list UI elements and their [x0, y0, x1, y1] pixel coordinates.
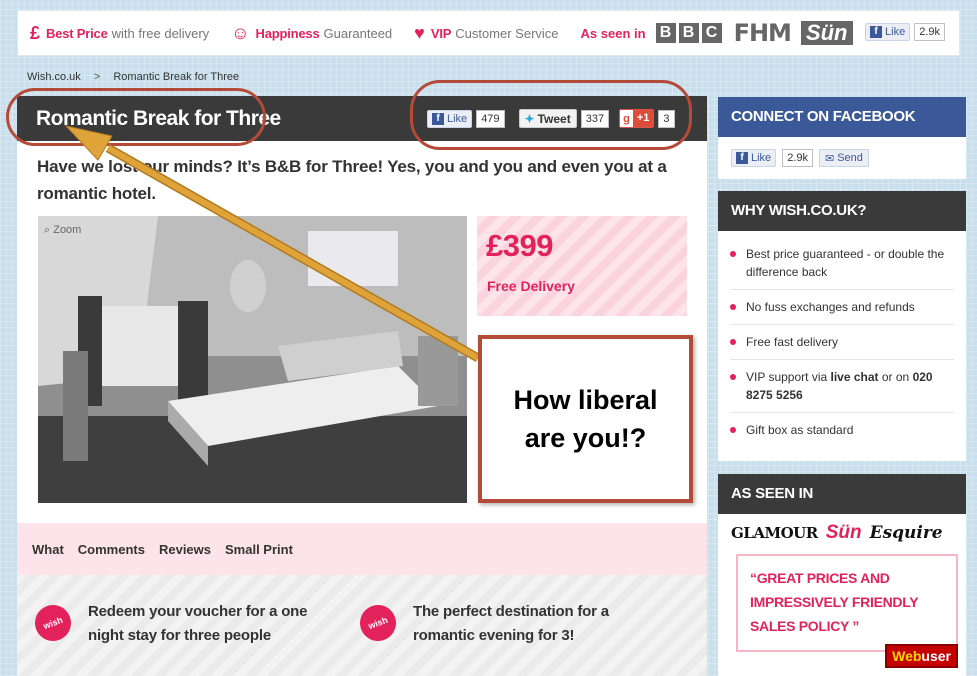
product-tabs: What Comments Reviews Small Print	[17, 523, 707, 575]
facebook-icon: f	[870, 26, 883, 38]
webuser-logo-part: user	[921, 648, 951, 664]
usp-highlight: VIP	[430, 25, 452, 41]
list-item: Best price guaranteed - or double the di…	[730, 237, 954, 290]
as-seen-in-label: As seen in	[580, 25, 646, 41]
list-item: VIP support via live chat or on 020 8275…	[730, 360, 954, 413]
pound-icon: £	[30, 23, 41, 43]
facebook-like-widget: f Like 2.9k	[865, 23, 945, 41]
usp-happiness: ☺ Happiness Guaranteed	[231, 24, 392, 42]
press-quote: “GREAT PRICES AND IMPRESSIVELY FRIENDLY …	[736, 554, 958, 652]
send-icon: ✉	[824, 152, 835, 165]
sun-logo: Sün	[800, 21, 853, 45]
product-photo[interactable]: ⌕ Zoom	[38, 216, 467, 503]
usp-vip: ♥ VIP Customer Service	[414, 24, 558, 42]
tab-what[interactable]: What	[32, 542, 64, 557]
bbc-letter: C	[701, 23, 722, 43]
list-item: Gift box as standard	[730, 413, 954, 447]
like-label: Like	[885, 26, 906, 38]
hotel-bedroom-image	[38, 216, 467, 503]
feature-text: The perfect destination for a romantic e…	[413, 603, 609, 644]
esquire-logo: Esquire	[869, 523, 943, 543]
facebook-connect-actions: f Like 2.9k ✉ Send	[718, 137, 966, 179]
webuser-logo: Webuser	[885, 644, 958, 668]
facebook-icon: f	[736, 152, 748, 164]
vip-text: or on	[878, 370, 913, 384]
facebook-connect-heading: CONNECT ON FACEBOOK	[718, 97, 966, 137]
facebook-like-button[interactable]: f Like	[865, 23, 911, 41]
list-item: No fuss exchanges and refunds	[730, 290, 954, 325]
tab-reviews[interactable]: Reviews	[159, 542, 211, 557]
delivery-label: Free Delivery	[487, 278, 575, 294]
facebook-like-button[interactable]: f Like	[731, 149, 777, 167]
sun-logo: Sün	[825, 522, 862, 543]
list-item: Free fast delivery	[730, 325, 954, 360]
breadcrumb: Wish.co.uk > Romantic Break for Three	[27, 71, 239, 83]
as-seen-in-heading: AS SEEN IN	[718, 474, 966, 514]
bbc-logo: B B C	[655, 23, 722, 43]
glamour-logo: GLAMOUR	[731, 524, 818, 542]
breadcrumb-current: Romantic Break for Three	[113, 71, 240, 83]
magnifier-icon: ⌕	[44, 224, 54, 236]
price: £399	[486, 228, 553, 263]
tab-comments[interactable]: Comments	[78, 542, 145, 557]
why-wish-list: Best price guaranteed - or double the di…	[718, 231, 966, 453]
annotation-circle-title	[6, 88, 266, 146]
wish-badge-icon: wish	[29, 599, 77, 647]
fhm-logo: FHM	[733, 19, 792, 47]
like-count: 2.9k	[782, 149, 813, 167]
facebook-send-button[interactable]: ✉ Send	[818, 149, 869, 167]
heart-icon: ♥	[414, 23, 425, 43]
usp-best-price: £ Best Price with free delivery	[30, 24, 209, 42]
breadcrumb-separator: >	[93, 71, 101, 83]
webuser-logo-part: Web	[892, 648, 922, 664]
like-count: 2.9k	[914, 23, 945, 41]
feature-text: Redeem your voucher for a one night stay…	[88, 603, 308, 644]
usp-text: Customer Service	[455, 25, 559, 41]
why-wish-box: WHY WISH.CO.UK? Best price guaranteed - …	[718, 191, 966, 461]
why-wish-heading: WHY WISH.CO.UK?	[718, 191, 966, 231]
vip-text: VIP support via	[746, 370, 831, 384]
usp-highlight: Happiness	[255, 25, 320, 41]
bbc-letter: B	[678, 23, 699, 43]
smiley-icon: ☺	[231, 23, 250, 43]
annotation-circle-social	[410, 80, 692, 150]
like-label: Like	[751, 152, 772, 164]
facebook-connect-box: CONNECT ON FACEBOOK f Like 2.9k ✉ Send	[718, 97, 966, 179]
price-box: £399 Free Delivery	[477, 216, 687, 316]
live-chat-link[interactable]: live chat	[831, 370, 879, 384]
top-usp-bar: £ Best Price with free delivery ☺ Happin…	[17, 10, 960, 56]
wish-badge-icon: wish	[354, 599, 402, 647]
annotation-callout: How liberal are you!?	[478, 335, 693, 503]
usp-text: with free delivery	[111, 25, 210, 41]
usp-highlight: Best Price	[46, 25, 108, 41]
as-seen-in-box: AS SEEN IN GLAMOUR Sün Esquire “GREAT PR…	[718, 474, 966, 676]
press-logos: GLAMOUR Sün Esquire	[718, 514, 966, 552]
features-section: wish Redeem your voucher for a one night…	[17, 575, 707, 676]
feature-item: wish The perfect destination for a roman…	[354, 599, 653, 648]
send-label: Send	[837, 152, 863, 164]
usp-text: Guaranteed	[323, 25, 393, 41]
product-subtitle: Have we lost our minds? It’s B&B for Thr…	[37, 157, 667, 203]
tab-small-print[interactable]: Small Print	[225, 542, 293, 557]
zoom-text: Zoom	[53, 224, 82, 236]
zoom-label[interactable]: ⌕ Zoom	[44, 224, 81, 237]
feature-item: wish Redeem your voucher for a one night…	[29, 599, 328, 648]
bbc-letter: B	[655, 23, 676, 43]
breadcrumb-home-link[interactable]: Wish.co.uk	[27, 71, 81, 83]
